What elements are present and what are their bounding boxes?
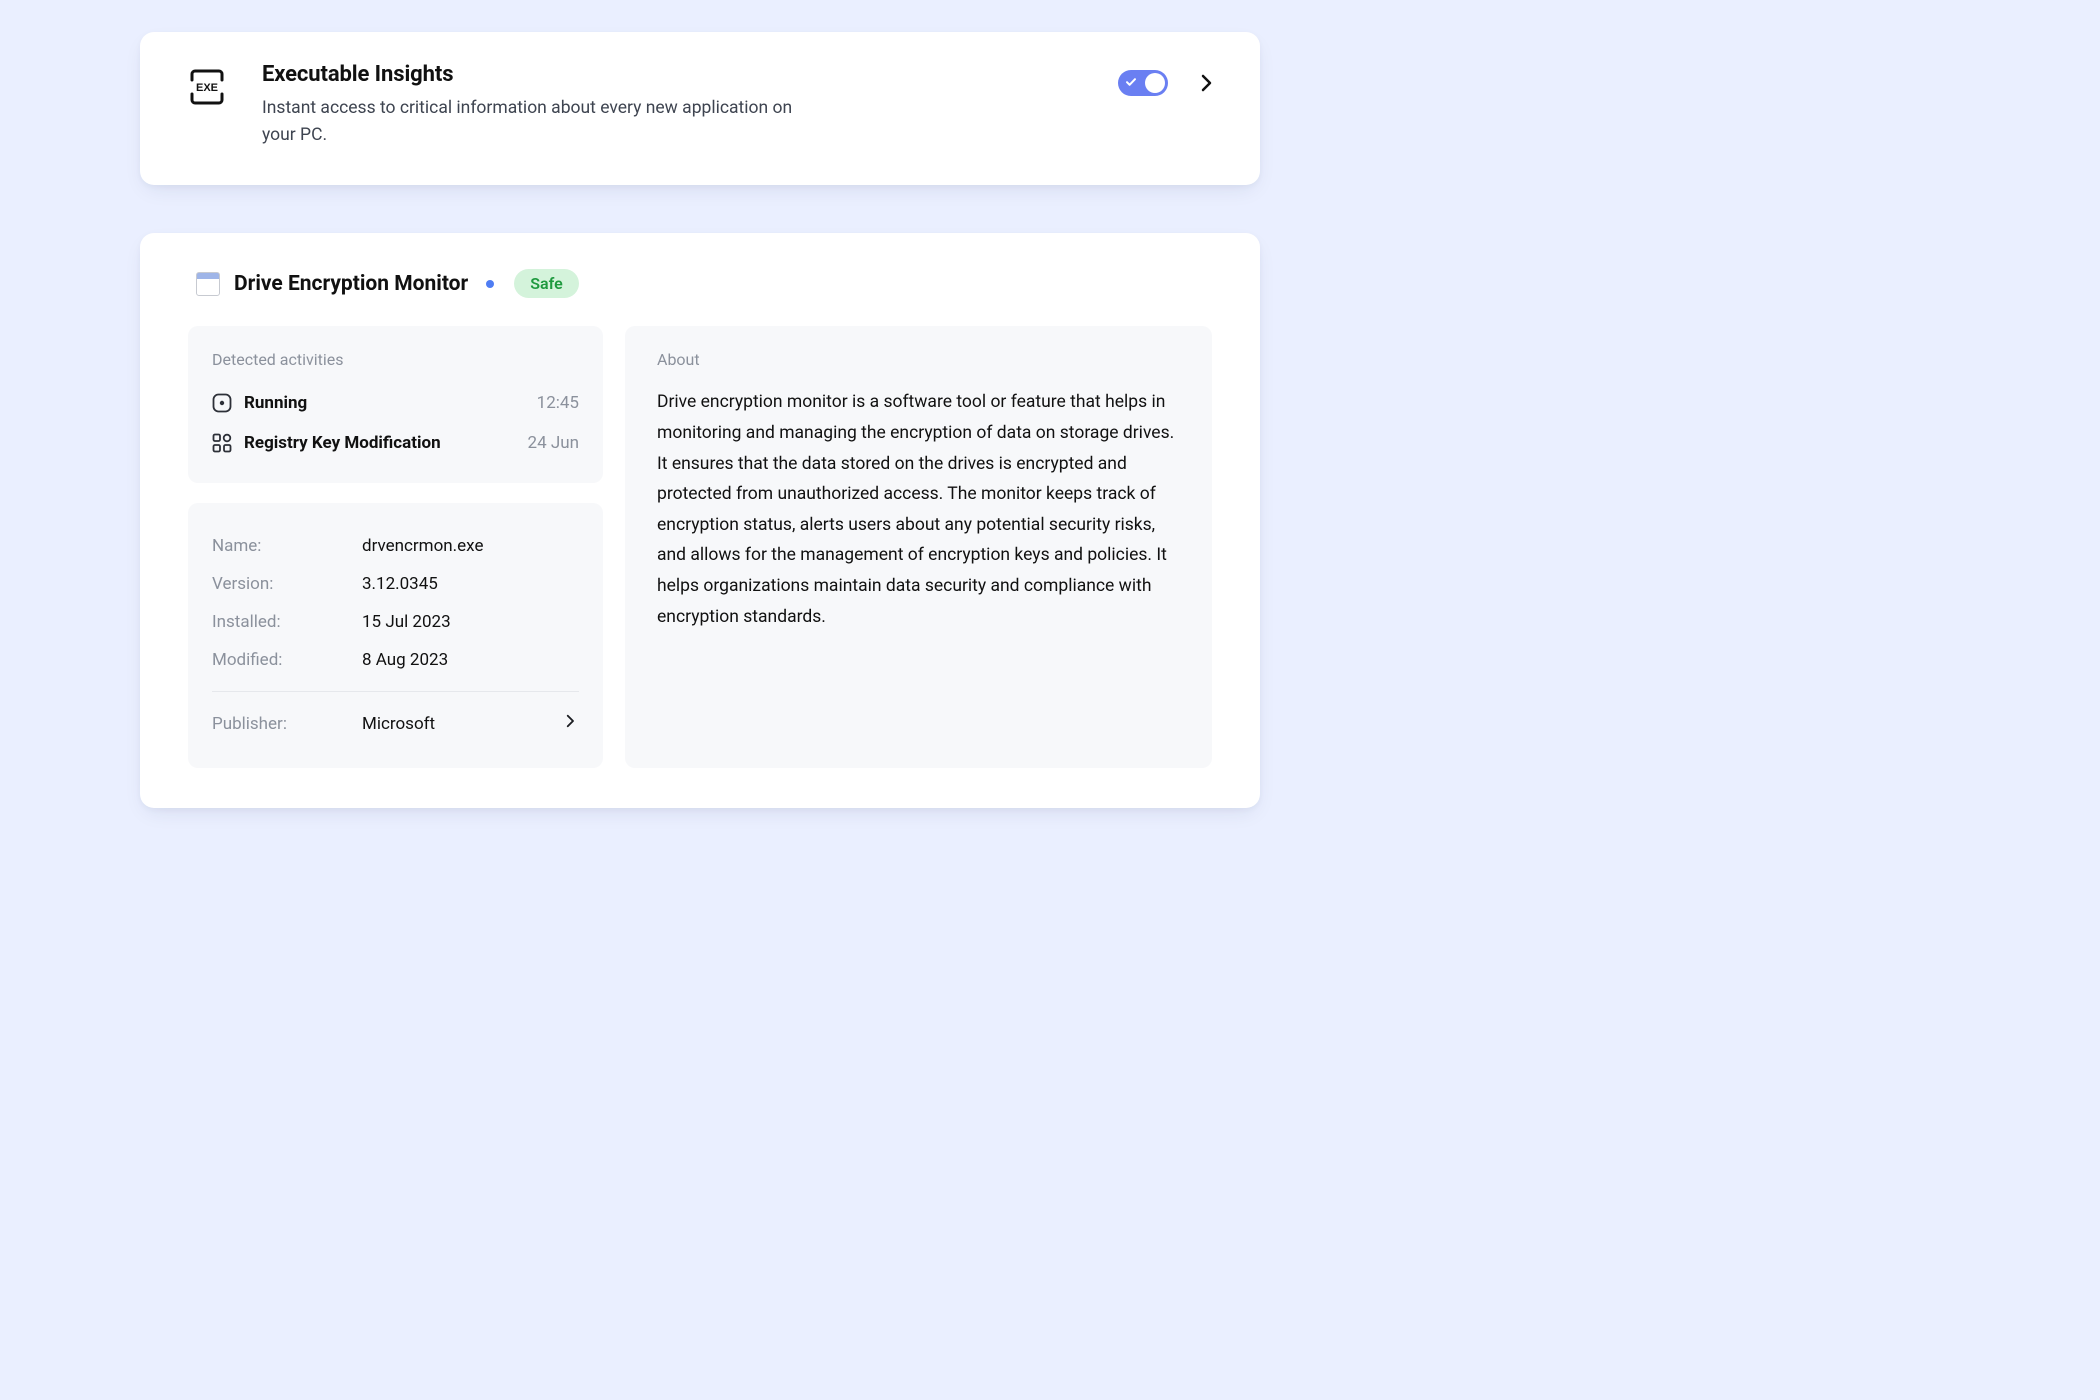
activity-label: Registry Key Modification (244, 433, 441, 453)
fact-label: Modified: (212, 650, 362, 670)
publisher-details-button[interactable] (561, 712, 579, 735)
fact-row-version: Version: 3.12.0345 (212, 565, 579, 603)
fact-value: 8 Aug 2023 (362, 650, 448, 670)
expand-button[interactable] (1194, 71, 1218, 95)
detected-activities-heading: Detected activities (212, 350, 579, 369)
exe-icon: EXE (186, 66, 228, 108)
feature-toggle[interactable] (1118, 70, 1168, 96)
feature-title: Executable Insights (262, 62, 822, 87)
fact-row-name: Name: drvencrmon.exe (212, 527, 579, 565)
activity-label: Running (244, 393, 307, 413)
fact-value: Microsoft (362, 714, 435, 734)
fact-row-modified: Modified: 8 Aug 2023 (212, 641, 579, 679)
fact-label: Version: (212, 574, 362, 594)
fact-label: Installed: (212, 612, 362, 632)
fact-value: drvencrmon.exe (362, 536, 483, 556)
fact-value: 15 Jul 2023 (362, 612, 451, 632)
safety-badge: Safe (514, 269, 578, 298)
activity-row: Registry Key Modification 24 Jun (212, 427, 579, 459)
activity-time: 12:45 (537, 393, 579, 413)
app-icon (196, 272, 220, 296)
status-dot-icon (486, 280, 494, 288)
chevron-right-icon (1194, 71, 1218, 95)
fact-label: Publisher: (212, 714, 362, 734)
fact-row-publisher: Publisher: Microsoft (212, 691, 579, 744)
activity-time: 24 Jun (528, 433, 579, 453)
about-heading: About (657, 350, 1180, 369)
facts-panel: Name: drvencrmon.exe Version: 3.12.0345 … (188, 503, 603, 768)
program-header: Drive Encryption Monitor Safe (188, 269, 1212, 298)
feature-description: Instant access to critical information a… (262, 95, 822, 149)
feature-card: EXE Executable Insights Instant access t… (140, 32, 1260, 185)
program-detail-card: Drive Encryption Monitor Safe Detected a… (140, 233, 1260, 808)
fact-value: 3.12.0345 (362, 574, 438, 594)
check-icon (1125, 76, 1137, 88)
activity-row: Running 12:45 (212, 387, 579, 419)
fact-label: Name: (212, 536, 362, 556)
running-icon (212, 393, 232, 413)
svg-text:EXE: EXE (196, 82, 218, 94)
about-body: Drive encryption monitor is a software t… (657, 387, 1180, 632)
program-title: Drive Encryption Monitor (234, 272, 468, 296)
registry-icon (212, 433, 232, 453)
detected-activities-panel: Detected activities Running 12:45 (188, 326, 603, 483)
fact-row-installed: Installed: 15 Jul 2023 (212, 603, 579, 641)
chevron-right-icon (561, 712, 579, 730)
about-panel: About Drive encryption monitor is a soft… (625, 326, 1212, 768)
